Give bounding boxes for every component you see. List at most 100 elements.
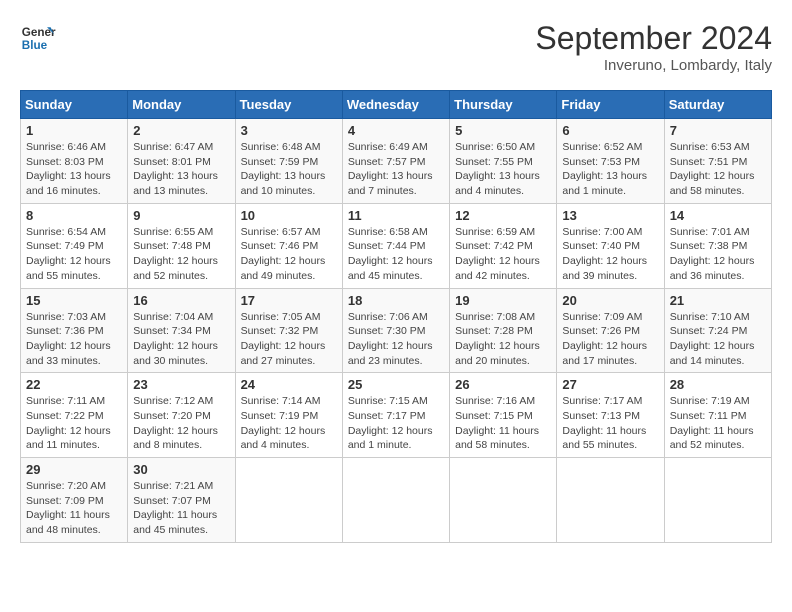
calendar-cell: 12Sunrise: 6:59 AM Sunset: 7:42 PM Dayli…: [450, 203, 557, 288]
day-number: 8: [26, 208, 122, 223]
day-number: 26: [455, 377, 551, 392]
calendar-cell: 13 Sunrise: 7:00 AM Sunset: 7:40 PM Dayli…: [557, 203, 664, 288]
day-info: Sunrise: 7:00 AM Sunset: 7:40 PM Dayligh…: [562, 225, 658, 284]
day-number: 5: [455, 123, 551, 138]
calendar-cell: 8 Sunrise: 6:54 AM Sunset: 7:49 PM Daylig…: [21, 203, 128, 288]
day-number: 18: [348, 293, 444, 308]
day-info: Sunrise: 7:05 AM Sunset: 7:32 PM Dayligh…: [241, 310, 337, 369]
column-header-saturday: Saturday: [664, 91, 771, 119]
svg-text:Blue: Blue: [22, 39, 48, 52]
day-number: 28: [670, 377, 766, 392]
day-info: Sunrise: 7:01 AM Sunset: 7:38 PM Dayligh…: [670, 225, 766, 284]
day-number: 27: [562, 377, 658, 392]
calendar-week-5: 29 Sunrise: 7:20 AM Sunset: 7:09 PM Dayli…: [21, 458, 772, 543]
day-number: 24: [241, 377, 337, 392]
day-number: 29: [26, 462, 122, 477]
column-header-thursday: Thursday: [450, 91, 557, 119]
calendar-cell: 5 Sunrise: 6:50 AM Sunset: 7:55 PM Daylig…: [450, 119, 557, 204]
calendar-cell: 24Sunrise: 7:14 AM Sunset: 7:19 PM Dayli…: [235, 373, 342, 458]
day-number: 25: [348, 377, 444, 392]
calendar-week-1: 1 Sunrise: 6:46 AM Sunset: 8:03 PM Daylig…: [21, 119, 772, 204]
day-info: Sunrise: 7:20 AM Sunset: 7:09 PM Dayligh…: [26, 479, 122, 538]
column-header-monday: Monday: [128, 91, 235, 119]
calendar-cell: 25Sunrise: 7:15 AM Sunset: 7:17 PM Dayli…: [342, 373, 449, 458]
calendar-cell: 17 Sunrise: 7:05 AM Sunset: 7:32 PM Dayli…: [235, 288, 342, 373]
day-number: 15: [26, 293, 122, 308]
day-number: 19: [455, 293, 551, 308]
day-number: 20: [562, 293, 658, 308]
day-info: Sunrise: 6:55 AM Sunset: 7:48 PM Dayligh…: [133, 225, 229, 284]
calendar-cell: 1 Sunrise: 6:46 AM Sunset: 8:03 PM Daylig…: [21, 119, 128, 204]
calendar-cell: 29 Sunrise: 7:20 AM Sunset: 7:09 PM Dayli…: [21, 458, 128, 543]
day-number: 7: [670, 123, 766, 138]
calendar-cell: 11Sunrise: 6:58 AM Sunset: 7:44 PM Dayli…: [342, 203, 449, 288]
day-info: Sunrise: 6:54 AM Sunset: 7:49 PM Dayligh…: [26, 225, 122, 284]
day-info: Sunrise: 6:48 AM Sunset: 7:59 PM Dayligh…: [241, 140, 337, 199]
day-number: 2: [133, 123, 229, 138]
calendar-cell: [557, 458, 664, 543]
calendar-cell: 20 Sunrise: 7:09 AM Sunset: 7:26 PM Dayli…: [557, 288, 664, 373]
calendar-cell: 10Sunrise: 6:57 AM Sunset: 7:46 PM Dayli…: [235, 203, 342, 288]
calendar-cell: 6 Sunrise: 6:52 AM Sunset: 7:53 PM Daylig…: [557, 119, 664, 204]
day-info: Sunrise: 6:50 AM Sunset: 7:55 PM Dayligh…: [455, 140, 551, 199]
calendar-table: SundayMondayTuesdayWednesdayThursdayFrid…: [20, 90, 772, 543]
calendar-cell: 3 Sunrise: 6:48 AM Sunset: 7:59 PM Daylig…: [235, 119, 342, 204]
calendar-cell: 7 Sunrise: 6:53 AM Sunset: 7:51 PM Daylig…: [664, 119, 771, 204]
calendar-week-3: 15Sunrise: 7:03 AM Sunset: 7:36 PM Dayli…: [21, 288, 772, 373]
day-info: Sunrise: 7:10 AM Sunset: 7:24 PM Dayligh…: [670, 310, 766, 369]
day-number: 13: [562, 208, 658, 223]
day-info: Sunrise: 7:17 AM Sunset: 7:13 PM Dayligh…: [562, 394, 658, 453]
day-info: Sunrise: 7:09 AM Sunset: 7:26 PM Dayligh…: [562, 310, 658, 369]
calendar-header-row: SundayMondayTuesdayWednesdayThursdayFrid…: [21, 91, 772, 119]
column-header-friday: Friday: [557, 91, 664, 119]
day-info: Sunrise: 6:52 AM Sunset: 7:53 PM Dayligh…: [562, 140, 658, 199]
day-number: 4: [348, 123, 444, 138]
column-header-wednesday: Wednesday: [342, 91, 449, 119]
day-number: 10: [241, 208, 337, 223]
calendar-week-2: 8 Sunrise: 6:54 AM Sunset: 7:49 PM Daylig…: [21, 203, 772, 288]
calendar-cell: 19 Sunrise: 7:08 AM Sunset: 7:28 PM Dayli…: [450, 288, 557, 373]
day-info: Sunrise: 6:59 AM Sunset: 7:42 PM Dayligh…: [455, 225, 551, 284]
day-info: Sunrise: 7:21 AM Sunset: 7:07 PM Dayligh…: [133, 479, 229, 538]
day-info: Sunrise: 6:46 AM Sunset: 8:03 PM Dayligh…: [26, 140, 122, 199]
calendar-body: 1 Sunrise: 6:46 AM Sunset: 8:03 PM Daylig…: [21, 119, 772, 543]
calendar-cell: [342, 458, 449, 543]
page-header: General Blue September 2024 Inveruno, Lo…: [20, 20, 772, 74]
day-info: Sunrise: 7:04 AM Sunset: 7:34 PM Dayligh…: [133, 310, 229, 369]
calendar-cell: 27 Sunrise: 7:17 AM Sunset: 7:13 PM Dayli…: [557, 373, 664, 458]
calendar-cell: 22 Sunrise: 7:11 AM Sunset: 7:22 PM Dayli…: [21, 373, 128, 458]
day-number: 14: [670, 208, 766, 223]
day-info: Sunrise: 6:58 AM Sunset: 7:44 PM Dayligh…: [348, 225, 444, 284]
day-info: Sunrise: 6:53 AM Sunset: 7:51 PM Dayligh…: [670, 140, 766, 199]
day-info: Sunrise: 6:49 AM Sunset: 7:57 PM Dayligh…: [348, 140, 444, 199]
calendar-cell: [235, 458, 342, 543]
day-number: 22: [26, 377, 122, 392]
calendar-cell: 28 Sunrise: 7:19 AM Sunset: 7:11 PM Dayli…: [664, 373, 771, 458]
day-number: 16: [133, 293, 229, 308]
day-info: Sunrise: 7:08 AM Sunset: 7:28 PM Dayligh…: [455, 310, 551, 369]
day-info: Sunrise: 6:47 AM Sunset: 8:01 PM Dayligh…: [133, 140, 229, 199]
day-number: 6: [562, 123, 658, 138]
day-number: 21: [670, 293, 766, 308]
day-number: 17: [241, 293, 337, 308]
day-info: Sunrise: 7:11 AM Sunset: 7:22 PM Dayligh…: [26, 394, 122, 453]
calendar-week-4: 22 Sunrise: 7:11 AM Sunset: 7:22 PM Dayli…: [21, 373, 772, 458]
calendar-cell: 2 Sunrise: 6:47 AM Sunset: 8:01 PM Daylig…: [128, 119, 235, 204]
day-number: 23: [133, 377, 229, 392]
day-info: Sunrise: 7:06 AM Sunset: 7:30 PM Dayligh…: [348, 310, 444, 369]
calendar-cell: 21 Sunrise: 7:10 AM Sunset: 7:24 PM Dayli…: [664, 288, 771, 373]
calendar-cell: 9Sunrise: 6:55 AM Sunset: 7:48 PM Daylig…: [128, 203, 235, 288]
calendar-cell: 23Sunrise: 7:12 AM Sunset: 7:20 PM Dayli…: [128, 373, 235, 458]
day-info: Sunrise: 7:19 AM Sunset: 7:11 PM Dayligh…: [670, 394, 766, 453]
calendar-subtitle: Inveruno, Lombardy, Italy: [535, 57, 772, 74]
calendar-cell: 14 Sunrise: 7:01 AM Sunset: 7:38 PM Dayli…: [664, 203, 771, 288]
calendar-cell: [664, 458, 771, 543]
calendar-cell: [450, 458, 557, 543]
title-section: September 2024 Inveruno, Lombardy, Italy: [535, 20, 772, 74]
calendar-title: September 2024: [535, 20, 772, 57]
calendar-cell: 26Sunrise: 7:16 AM Sunset: 7:15 PM Dayli…: [450, 373, 557, 458]
day-number: 1: [26, 123, 122, 138]
column-header-tuesday: Tuesday: [235, 91, 342, 119]
day-number: 3: [241, 123, 337, 138]
calendar-cell: 30Sunrise: 7:21 AM Sunset: 7:07 PM Dayli…: [128, 458, 235, 543]
